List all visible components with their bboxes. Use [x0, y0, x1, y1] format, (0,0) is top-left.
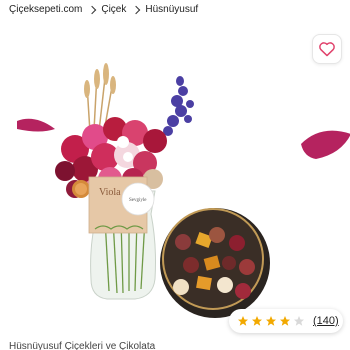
heart-outline-icon	[319, 42, 335, 57]
star-filled-icon	[266, 316, 276, 326]
chevron-right-icon	[132, 5, 141, 14]
next-product-image[interactable]	[296, 29, 350, 335]
breadcrumb-home[interactable]: Çiçeksepeti.com	[9, 4, 82, 15]
rating-summary[interactable]: (140)	[229, 309, 343, 333]
breadcrumb-category[interactable]: Çiçek	[101, 4, 126, 15]
star-filled-icon	[280, 316, 290, 326]
breadcrumb-current[interactable]: Hüsnüyusuf	[145, 4, 198, 15]
favorite-button[interactable]	[312, 34, 342, 64]
product-title: Hüsnüyusuf Çiçekleri ve Çikolata	[9, 341, 156, 350]
review-count-link[interactable]: (140)	[313, 315, 339, 327]
chevron-right-icon	[88, 5, 97, 14]
next-image-preview	[301, 130, 350, 159]
breadcrumb: Çiçeksepeti.com Çiçek Hüsnüyusuf	[9, 4, 198, 15]
gift-card-text: Sevgiyle	[129, 198, 147, 203]
star-empty-icon	[294, 316, 304, 326]
product-image-gallery[interactable]: Viola Sevgiyle	[5, 29, 285, 335]
product-image: Viola Sevgiyle	[17, 63, 270, 318]
vase-label-text: Viola	[99, 187, 121, 198]
star-filled-icon	[238, 316, 248, 326]
star-filled-icon	[252, 316, 262, 326]
